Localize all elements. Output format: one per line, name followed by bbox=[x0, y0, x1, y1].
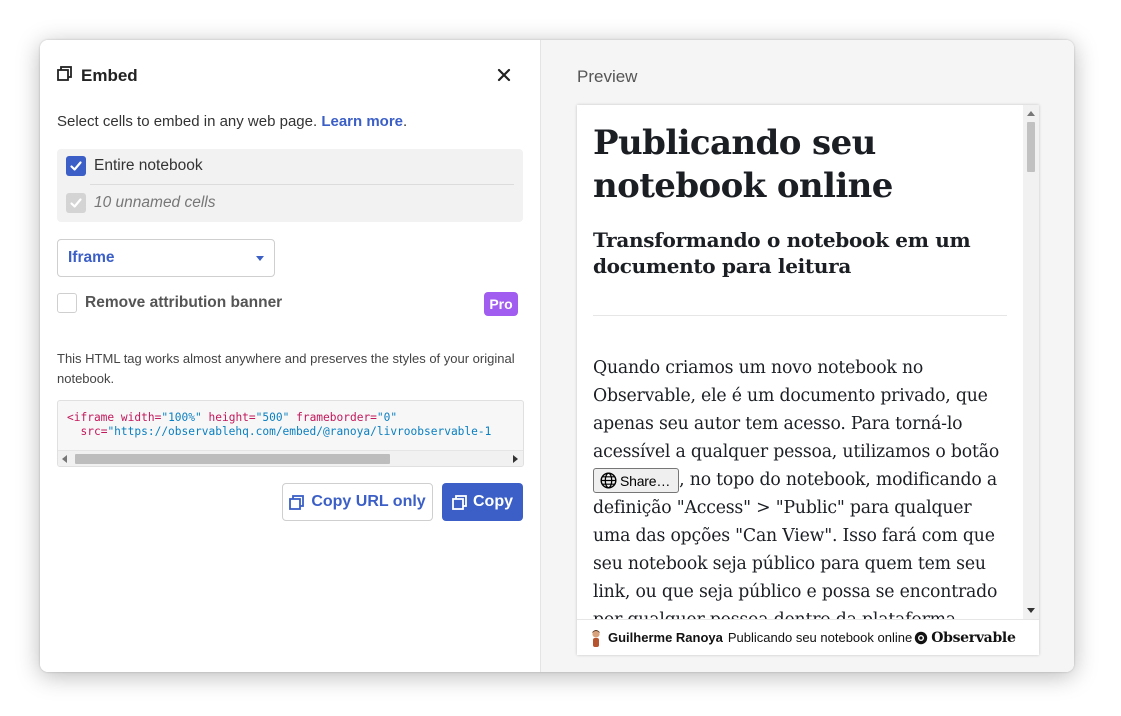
checkbox-unchecked-icon[interactable] bbox=[57, 293, 77, 313]
code-tag: <iframe bbox=[67, 411, 115, 424]
embed-code[interactable]: <iframe width="100%" height="500" frameb… bbox=[67, 411, 491, 439]
embed-icon bbox=[57, 66, 72, 86]
attribution-banner[interactable]: Guilherme Ranoya Publicando seu notebook… bbox=[577, 619, 1039, 655]
unnamed-cells-label: 10 unnamed cells bbox=[94, 194, 216, 211]
unnamed-cells-option: 10 unnamed cells bbox=[66, 193, 216, 213]
remove-attribution-option[interactable]: Remove attribution banner bbox=[57, 293, 282, 313]
intro-label: Select cells to embed in any web page. bbox=[57, 113, 318, 130]
caret-down-icon bbox=[256, 256, 264, 261]
code-attr-height: height= bbox=[208, 411, 256, 424]
share-button[interactable]: Share… bbox=[593, 468, 680, 493]
copy-button[interactable]: Copy bbox=[442, 483, 523, 521]
scrollbar-thumb[interactable] bbox=[1027, 122, 1035, 172]
notebook-paragraph: Quando criamos um novo notebook no Obser… bbox=[593, 354, 1013, 619]
embed-note: This HTML tag works almost anywhere and … bbox=[57, 351, 515, 386]
pro-badge: Pro bbox=[484, 292, 518, 316]
entire-notebook-label: Entire notebook bbox=[94, 157, 203, 174]
vertical-scrollbar[interactable] bbox=[1023, 105, 1039, 619]
scroll-right-icon[interactable] bbox=[513, 455, 518, 463]
intro-text: Select cells to embed in any web page. L… bbox=[57, 113, 407, 130]
paragraph-text-start: Quando criamos um novo notebook no Obser… bbox=[593, 358, 1000, 462]
copy-icon bbox=[452, 494, 467, 510]
divider bbox=[593, 315, 1007, 316]
copy-label: Copy bbox=[473, 493, 513, 510]
code-attr-width: width= bbox=[120, 411, 162, 424]
code-attr-src: src= bbox=[80, 425, 108, 438]
embed-format-select[interactable]: Iframe bbox=[57, 239, 275, 277]
copy-url-button[interactable]: Copy URL only bbox=[282, 483, 433, 521]
observable-brand-text: Observable bbox=[931, 629, 1016, 646]
banner-notebook-title: Publicando seu notebook online bbox=[727, 630, 913, 645]
notebook-subtitle: Transformando o notebook em um documento… bbox=[593, 228, 971, 278]
horizontal-scrollbar[interactable] bbox=[58, 450, 523, 466]
copy-icon bbox=[289, 494, 305, 510]
dialog-header: Embed bbox=[57, 66, 138, 86]
scroll-down-icon[interactable] bbox=[1027, 608, 1035, 613]
close-icon[interactable] bbox=[495, 66, 513, 84]
code-val-frameborder: "0" bbox=[376, 411, 398, 424]
avatar bbox=[592, 629, 600, 647]
scroll-left-icon[interactable] bbox=[62, 455, 67, 463]
embed-dialog: Embed Select cells to embed in any web p… bbox=[40, 40, 1074, 672]
scroll-up-icon[interactable] bbox=[1027, 111, 1035, 116]
divider bbox=[90, 184, 514, 185]
embed-settings-panel: Embed Select cells to embed in any web p… bbox=[40, 40, 540, 672]
learn-more-link[interactable]: Learn more bbox=[321, 113, 403, 130]
preview-label: Preview bbox=[577, 67, 638, 86]
cell-selection-box: Entire notebook 10 unnamed cells bbox=[57, 149, 523, 222]
format-select-value: Iframe bbox=[68, 249, 115, 266]
share-button-label: Share… bbox=[620, 472, 671, 489]
remove-attribution-label: Remove attribution banner bbox=[85, 294, 283, 311]
notebook-title: Publicando seu notebook online bbox=[593, 123, 893, 206]
copy-url-label: Copy URL only bbox=[311, 493, 426, 510]
preview-content: Publicando seu notebook online Transform… bbox=[593, 105, 1013, 619]
dialog-title: Embed bbox=[81, 66, 138, 85]
preview-frame[interactable]: Publicando seu notebook online Transform… bbox=[577, 105, 1039, 655]
code-val-height: "500" bbox=[255, 411, 290, 424]
code-val-width: "100%" bbox=[161, 411, 202, 424]
entire-notebook-option[interactable]: Entire notebook bbox=[66, 156, 203, 176]
code-attr-frameborder: frameborder= bbox=[296, 411, 377, 424]
embed-code-box[interactable]: <iframe width="100%" height="500" frameb… bbox=[57, 400, 524, 467]
observable-logo-icon bbox=[914, 631, 928, 644]
banner-author: Guilherme Ranoya bbox=[608, 630, 723, 645]
code-val-src: "https://observablehq.com/embed/@ranoya/… bbox=[107, 425, 492, 438]
checkbox-checked-icon[interactable] bbox=[66, 156, 86, 176]
observable-logo: Observable bbox=[914, 629, 1016, 646]
scrollbar-thumb[interactable] bbox=[75, 454, 390, 464]
checkbox-disabled-icon bbox=[66, 193, 86, 213]
intro-period: . bbox=[403, 113, 408, 130]
preview-panel: Preview Publicando seu notebook online T… bbox=[540, 40, 1074, 672]
globe-icon bbox=[600, 472, 617, 489]
